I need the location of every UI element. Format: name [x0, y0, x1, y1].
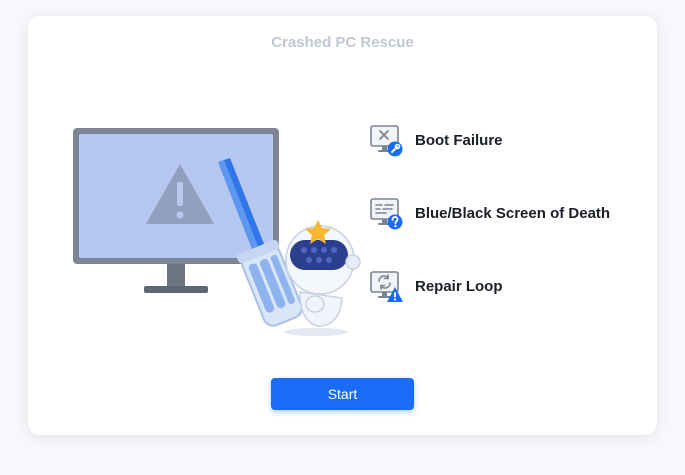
window-title: Crashed PC Rescue	[271, 34, 414, 51]
issue-label-boot-failure: Boot Failure	[415, 131, 503, 149]
issue-repair-loop: Repair Loop	[368, 266, 503, 306]
crashed-pc-illustration	[73, 128, 361, 336]
issue-label-repair-loop: Repair Loop	[415, 277, 503, 295]
monitor-loop-warning-icon	[368, 268, 404, 304]
monitor-question-icon	[368, 195, 404, 231]
rescue-card: Crashed PC Rescue Boot Failure Blue/Blac…	[28, 16, 657, 435]
issue-boot-failure: Boot Failure	[368, 120, 503, 160]
issue-label-blue-black-screen: Blue/Black Screen of Death	[415, 204, 611, 222]
start-button[interactable]: Start	[271, 378, 414, 410]
monitor-x-wrench-icon	[368, 122, 404, 158]
issue-blue-black-screen: Blue/Black Screen of Death	[368, 193, 610, 233]
